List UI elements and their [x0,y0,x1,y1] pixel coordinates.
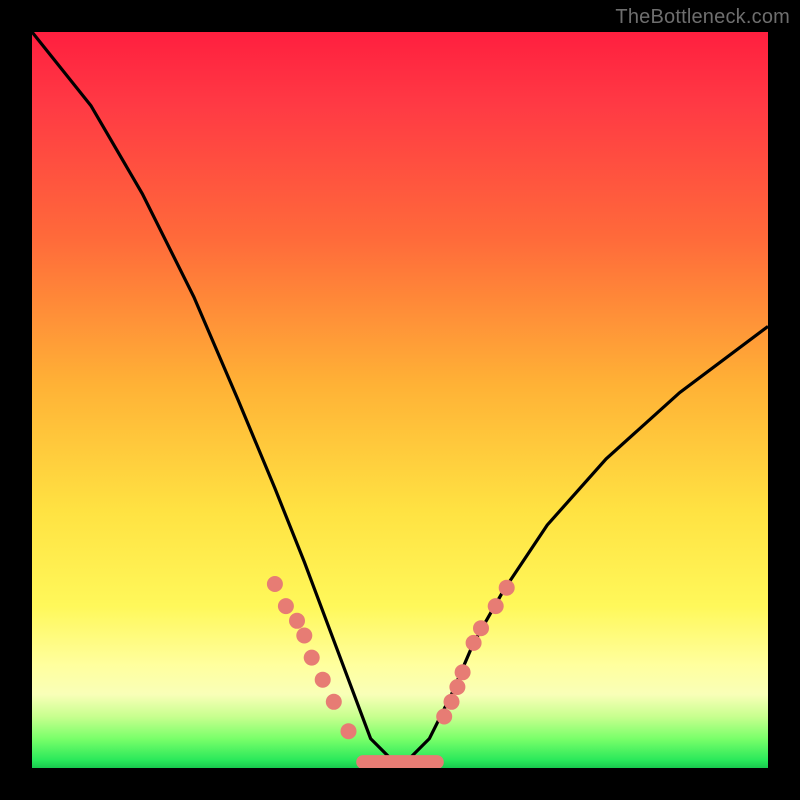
marker-dot [341,723,357,739]
marker-dot [289,613,305,629]
marker-dot [466,635,482,651]
plot-area [32,32,768,768]
right-branch-markers [436,580,515,725]
marker-dot [267,576,283,592]
watermark-text: TheBottleneck.com [615,6,790,29]
marker-dot [488,598,504,614]
marker-dot [315,672,331,688]
marker-dot [444,694,460,710]
chart-frame: TheBottleneck.com [0,0,800,800]
curve-layer [32,32,768,768]
bottleneck-curve [32,32,768,768]
marker-dot [278,598,294,614]
marker-dot [499,580,515,596]
marker-dot [436,709,452,725]
marker-dot [304,650,320,666]
marker-dot [326,694,342,710]
left-branch-markers [267,576,357,739]
marker-dot [455,664,471,680]
marker-dot [296,628,312,644]
marker-dot [449,679,465,695]
marker-dot [473,620,489,636]
